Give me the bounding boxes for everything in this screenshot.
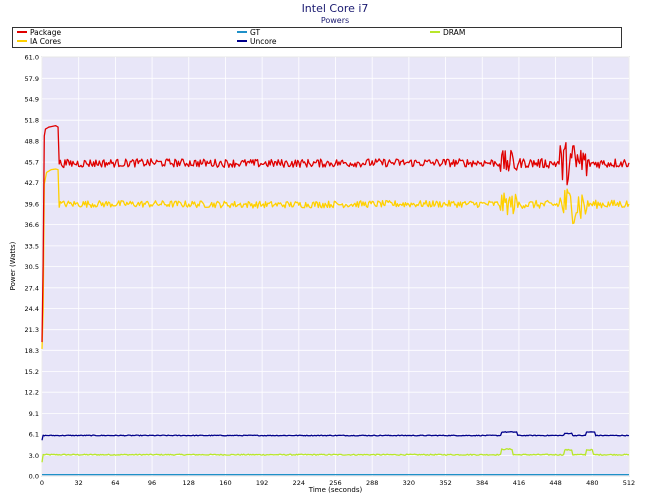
x-tick-label: 224 (293, 479, 305, 487)
grid-lines (41, 56, 630, 477)
x-tick-label: 352 (439, 479, 451, 487)
y-tick-label: 33.5 (25, 242, 39, 250)
x-tick-label: 256 (329, 479, 341, 487)
y-tick-label: 6.1 (29, 431, 39, 439)
y-tick-label: 18.3 (25, 347, 39, 355)
y-tick-label: 3.0 (29, 452, 39, 460)
y-tick-label: 61.0 (25, 54, 39, 62)
x-tick-label: 480 (586, 479, 598, 487)
x-tick-label: 96 (148, 479, 156, 487)
y-tick-label: 36.6 (25, 221, 39, 229)
x-tick-label: 288 (366, 479, 378, 487)
y-tick-label: 27.4 (25, 284, 39, 292)
y-tick-label: 51.8 (25, 117, 39, 125)
y-tick-label: 42.7 (25, 179, 39, 187)
y-tick-label: 21.3 (25, 326, 39, 334)
x-axis-ticks: 0 32 64 96 128 160 192 224 256 288 320 352 384 416 448… (40, 479, 635, 487)
y-tick-label: 30.5 (25, 263, 39, 271)
x-tick-label: 384 (476, 479, 488, 487)
y-tick-label: 57.9 (25, 75, 39, 83)
x-tick-label: 192 (256, 479, 268, 487)
x-tick-label: 0 (40, 479, 44, 487)
y-tick-label: 54.9 (25, 95, 39, 103)
x-tick-label: 320 (403, 479, 415, 487)
x-tick-label: 64 (111, 479, 119, 487)
y-tick-label: 9.1 (29, 410, 39, 418)
y-tick-label: 12.2 (25, 389, 39, 397)
y-tick-label: 45.7 (25, 159, 39, 167)
x-tick-label: 32 (75, 479, 83, 487)
y-axis-ticks: 0.0 3.0 6.1 9.1 12.2 15.2 18.3 21.3 24.4 27.4 30.5… (25, 54, 39, 481)
x-tick-label: 128 (183, 479, 195, 487)
x-tick-label: 160 (219, 479, 231, 487)
y-tick-label: 15.2 (25, 368, 39, 376)
y-tick-label: 48.8 (25, 137, 39, 145)
chart-plot: 0.0 3.0 6.1 9.1 12.2 15.2 18.3 21.3 24.4 27.4 30.5… (25, 54, 636, 488)
y-tick-label: 39.6 (25, 200, 39, 208)
x-tick-label: 448 (549, 479, 561, 487)
x-tick-label: 416 (513, 479, 525, 487)
y-tick-label: 0.0 (29, 473, 39, 481)
y-tick-label: 24.4 (25, 305, 39, 313)
x-tick-label: 512 (623, 479, 635, 487)
